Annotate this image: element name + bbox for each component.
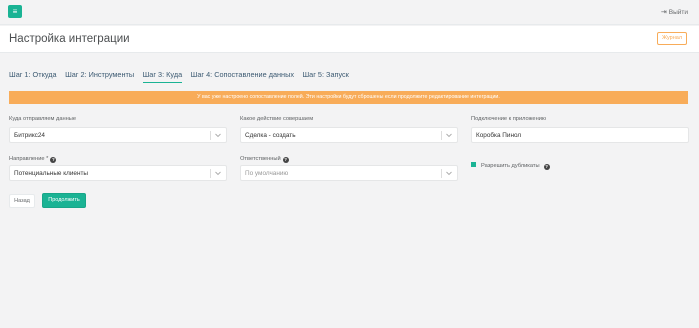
chevron-down-icon: [446, 171, 452, 176]
direction-label-text: Направление: [9, 156, 45, 162]
logout-link[interactable]: ⇥ Выйти: [661, 8, 688, 16]
help-icon[interactable]: ?: [50, 157, 57, 163]
allow-duplicates-label: Разрешить дубликаты: [481, 163, 540, 169]
allow-duplicates-row: Разрешить дубликаты?: [471, 162, 550, 170]
warning-alert: У вас уже настроено сопоставление полей.…: [9, 91, 688, 104]
help-icon[interactable]: ?: [543, 164, 550, 170]
tab-step-2[interactable]: Шаг 2: Инструменты: [65, 70, 134, 82]
journal-button[interactable]: Журнал: [657, 32, 687, 45]
connection-select[interactable]: Коробка Пинол: [471, 127, 689, 143]
responsible-select[interactable]: По умолчанию: [240, 165, 458, 181]
tab-step-3[interactable]: Шаг 3: Куда: [142, 70, 183, 83]
back-button[interactable]: Назад: [9, 194, 35, 208]
connection-label: Подключение к приложению: [471, 116, 547, 122]
responsible-label-text: Ответственный: [240, 156, 281, 162]
page-heading: Настройка интеграции Журнал: [0, 26, 699, 53]
chevron-down-icon: [215, 133, 221, 138]
logout-label: Выйти: [668, 9, 688, 16]
menu-toggle-button[interactable]: ≡: [8, 5, 22, 18]
top-navbar: ≡ ⇥ Выйти: [0, 0, 699, 25]
responsible-label: Ответственный?: [240, 156, 289, 163]
direction-value: Потенциальные клиенты: [14, 170, 89, 177]
direction-label: Направление *?: [9, 156, 57, 163]
action-select[interactable]: Сделка - создать: [240, 127, 458, 143]
chevron-down-icon: [446, 133, 452, 138]
page-title: Настройка интеграции: [9, 33, 130, 45]
responsible-placeholder: По умолчанию: [245, 170, 289, 177]
help-icon[interactable]: ?: [282, 157, 289, 163]
action-label: Какое действие совершаем: [240, 116, 314, 122]
tab-step-5[interactable]: Шаг 5: Запуск: [302, 70, 348, 82]
select-separator: [441, 131, 442, 140]
select-separator: [210, 169, 211, 178]
chevron-down-icon: [215, 171, 221, 176]
select-separator: [210, 131, 211, 140]
send-to-label: Куда отправляем данные: [9, 116, 77, 122]
allow-duplicates-checkbox[interactable]: [471, 162, 476, 167]
direction-select[interactable]: Потенциальные клиенты: [9, 165, 227, 181]
step-tabs: Шаг 1: Откуда Шаг 2: Инструменты Шаг 3: Ку…: [9, 64, 357, 83]
action-value: Сделка - создать: [245, 132, 296, 139]
send-to-select[interactable]: Битрикс24: [9, 127, 227, 143]
tab-step-1[interactable]: Шаг 1: Откуда: [9, 70, 57, 82]
send-to-value: Битрикс24: [14, 132, 45, 139]
hamburger-icon: ≡: [12, 7, 18, 16]
select-separator: [441, 169, 442, 178]
continue-button[interactable]: Продолжить: [42, 193, 86, 208]
tab-step-4[interactable]: Шаг 4: Сопоставление данных: [191, 70, 294, 82]
required-marker: *: [46, 156, 49, 162]
logout-icon: ⇥: [660, 9, 667, 16]
connection-value: Коробка Пинол: [476, 132, 522, 139]
